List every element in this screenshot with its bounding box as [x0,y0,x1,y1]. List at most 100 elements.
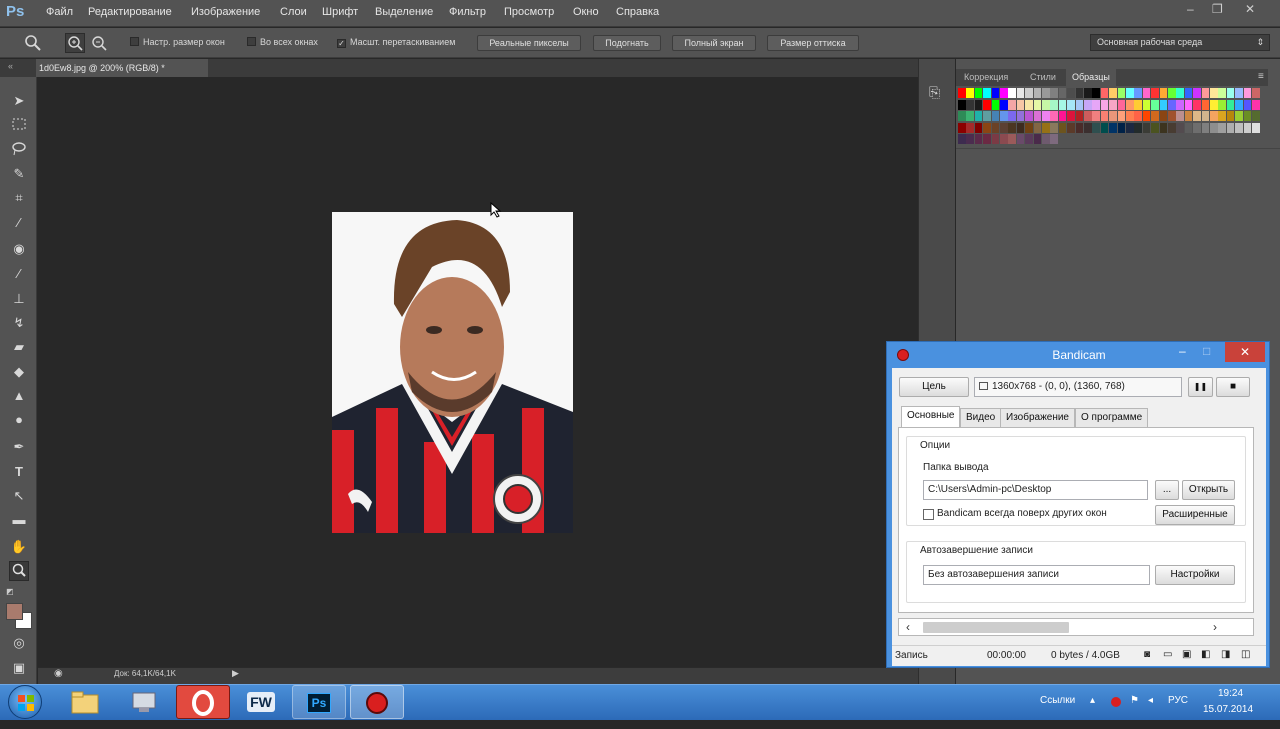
color-swatch[interactable] [1142,111,1151,121]
bandicam-minimize-icon[interactable]: – [1179,344,1186,358]
menu-type[interactable]: Шрифт [322,6,358,18]
lasso-tool-icon[interactable] [9,140,29,160]
color-swatch[interactable] [1235,111,1243,121]
panel-menu-icon[interactable]: ≡ [1258,71,1264,82]
color-swatch[interactable] [1058,122,1067,133]
menu-edit[interactable]: Редактирование [88,6,172,18]
tab-video[interactable]: Видео [960,408,1002,427]
color-swatch[interactable] [1159,88,1168,98]
color-swatch[interactable] [991,88,1000,98]
eraser-tool-icon[interactable]: ▰ [9,337,29,357]
quick-mask-icon[interactable]: ◎ [9,633,29,653]
color-swatch[interactable] [1025,122,1033,133]
color-swatch[interactable] [1252,122,1260,133]
color-swatch[interactable] [974,134,983,144]
open-folder-button[interactable]: Открыть [1182,480,1235,500]
tray-expand-icon[interactable]: ▴ [1090,695,1095,706]
scroll-thumb[interactable] [923,622,1069,633]
color-swatch[interactable] [1210,99,1218,110]
color-swatch[interactable] [966,122,974,133]
color-swatch[interactable] [966,99,974,110]
blur-tool-icon[interactable]: ▲ [9,386,29,406]
menu-image[interactable]: Изображение [191,6,260,18]
color-swatch[interactable] [1226,111,1235,121]
swatches-grid[interactable] [958,88,1264,146]
color-swatch[interactable] [966,88,974,98]
menu-file[interactable]: Файл [46,6,73,18]
move-tool-icon[interactable]: ➤ [9,91,29,111]
crop-tool-icon[interactable]: ⌗ [9,188,29,208]
color-swatch[interactable] [1050,134,1058,144]
healing-brush-tool-icon[interactable]: ◉ [9,239,29,259]
color-swatch[interactable] [1075,111,1084,121]
color-swatch[interactable] [991,134,1000,144]
color-swatch[interactable] [1218,122,1226,133]
color-swatch[interactable] [1168,99,1176,110]
close-icon[interactable]: ✕ [1245,2,1255,16]
color-swatch[interactable] [1084,122,1092,133]
menu-filter[interactable]: Фильтр [449,6,486,18]
clock-time[interactable]: 19:24 [1218,688,1243,699]
color-swatch[interactable] [966,134,974,144]
color-swatch[interactable] [1000,88,1008,98]
color-swatch[interactable] [1067,122,1075,133]
color-swatch[interactable] [1008,88,1016,98]
document-tab[interactable]: 1d0Ew8.jpg @ 200% (RGB/8) * [36,59,208,77]
zoom-in-icon[interactable] [65,33,85,53]
all-windows-checkbox[interactable]: Во всех окнах [247,37,318,47]
color-swatch[interactable] [1100,88,1109,98]
workspace-select[interactable]: Основная рабочая среда ⇕ [1090,34,1270,51]
path-selection-tool-icon[interactable]: ↖ [9,486,29,506]
color-swatch[interactable] [1109,99,1117,110]
color-swatch[interactable] [1235,99,1243,110]
color-swatch[interactable] [1218,99,1226,110]
color-swatch[interactable] [1142,99,1151,110]
play-arrow-icon[interactable]: ▶ [232,668,239,679]
color-swatch[interactable] [1075,122,1084,133]
zoom-tool-icon[interactable] [24,34,42,52]
bandicam-close-icon[interactable]: ✕ [1225,342,1265,362]
color-swatch[interactable] [1000,122,1008,133]
color-swatch[interactable] [1050,88,1058,98]
color-swatch[interactable] [1193,88,1201,98]
color-swatch[interactable] [1226,88,1235,98]
color-swatch[interactable] [974,88,983,98]
color-swatch[interactable] [1025,99,1033,110]
mic-icon[interactable]: ◨ [1221,649,1230,660]
actual-pixels-button[interactable]: Реальные пикселы [477,35,581,51]
fit-screen-button[interactable]: Подогнать [593,35,661,51]
color-swatch[interactable] [1100,99,1109,110]
color-swatch[interactable] [1008,122,1016,133]
color-swatch[interactable] [1134,122,1142,133]
clock-date[interactable]: 15.07.2014 [1203,704,1253,715]
color-swatch[interactable] [1151,99,1159,110]
color-swatch[interactable] [1184,99,1193,110]
color-swatch[interactable] [1201,99,1210,110]
color-swatch[interactable] [1067,88,1075,98]
color-swatch[interactable] [1176,122,1184,133]
color-swatch[interactable] [1117,99,1126,110]
advanced-button[interactable]: Расширенные [1155,505,1235,525]
color-swatch[interactable] [1184,111,1193,121]
color-swatch[interactable] [1109,111,1117,121]
color-swatch[interactable] [1033,88,1042,98]
restore-icon[interactable]: ❐ [1212,2,1223,16]
color-swatch[interactable] [1210,88,1218,98]
color-swatch[interactable] [991,99,1000,110]
color-swatch[interactable] [1126,88,1134,98]
color-swatch[interactable] [1033,99,1042,110]
color-swatch[interactable] [1058,111,1067,121]
color-swatch[interactable] [1067,99,1075,110]
color-swatch[interactable] [1050,122,1058,133]
color-swatch[interactable] [1016,122,1025,133]
color-swatch[interactable] [1042,122,1050,133]
color-swatch[interactable] [1075,88,1084,98]
color-swatch[interactable] [1243,111,1252,121]
bandicam-taskbar-icon[interactable] [350,685,404,719]
fill-screen-button[interactable]: Полный экран [672,35,756,51]
color-swatch[interactable] [1218,111,1226,121]
color-swatch[interactable] [1033,122,1042,133]
minimize-icon[interactable]: – [1187,2,1194,16]
photoshop-taskbar-icon[interactable]: Ps [292,685,346,719]
tab-image[interactable]: Изображение [1000,408,1075,427]
